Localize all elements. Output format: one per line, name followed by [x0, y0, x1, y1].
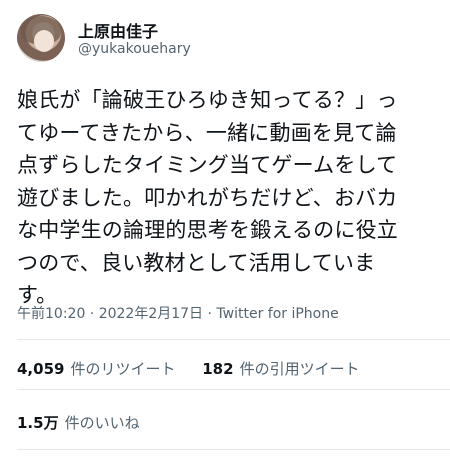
tweet-line: 遊びました。叩かれがちだけど、おバカ — [17, 185, 398, 210]
tweet-line: な中学生の論理的思考を鍛えるのに役立 — [17, 218, 398, 242]
divider — [17, 339, 450, 340]
divider — [17, 389, 450, 390]
tweet-line: 点ずらしたタイミング当てゲームをして — [17, 153, 398, 177]
retweets-stat[interactable]: 4,059 件のリツイート — [17, 358, 175, 379]
user-display-name[interactable]: 上原由佳子 — [78, 18, 158, 42]
engagement-stats: 4,059 件のリツイート 182 件の引用ツイート — [17, 358, 382, 379]
avatar[interactable] — [17, 14, 65, 62]
likes-count: 1.5万 — [17, 414, 59, 432]
quote-tweets-count: 182 — [202, 360, 234, 378]
likes-label: 件のいいね — [64, 414, 140, 432]
tweet-text: 娘氏が「論破王ひろゆき知ってる？」っ てゆーてきたから、一緒に動画を見て論 点ず… — [17, 84, 435, 312]
avatar-face — [34, 30, 54, 52]
tweet-timestamp-source[interactable]: 午前10:20 · 2022年2月17日 · Twitter for iPhon… — [17, 303, 339, 323]
quote-tweets-label: 件の引用ツイート — [239, 360, 360, 378]
tweet-line: 娘氏が「論破王ひろゆき知ってる？」っ — [17, 88, 398, 112]
quote-tweets-stat[interactable]: 182 件の引用ツイート — [202, 358, 359, 379]
user-handle[interactable]: @yukakouehary — [78, 41, 191, 57]
divider — [17, 449, 450, 450]
likes-stat[interactable]: 1.5万 件のいいね — [17, 412, 140, 433]
retweets-count: 4,059 — [17, 360, 65, 378]
tweet-line: つので、良い教材として活用していま — [17, 250, 376, 275]
retweets-label: 件のリツイート — [70, 360, 176, 378]
tweet-line: てゆーてきたから、一緒に動画を見て論 — [17, 120, 397, 145]
